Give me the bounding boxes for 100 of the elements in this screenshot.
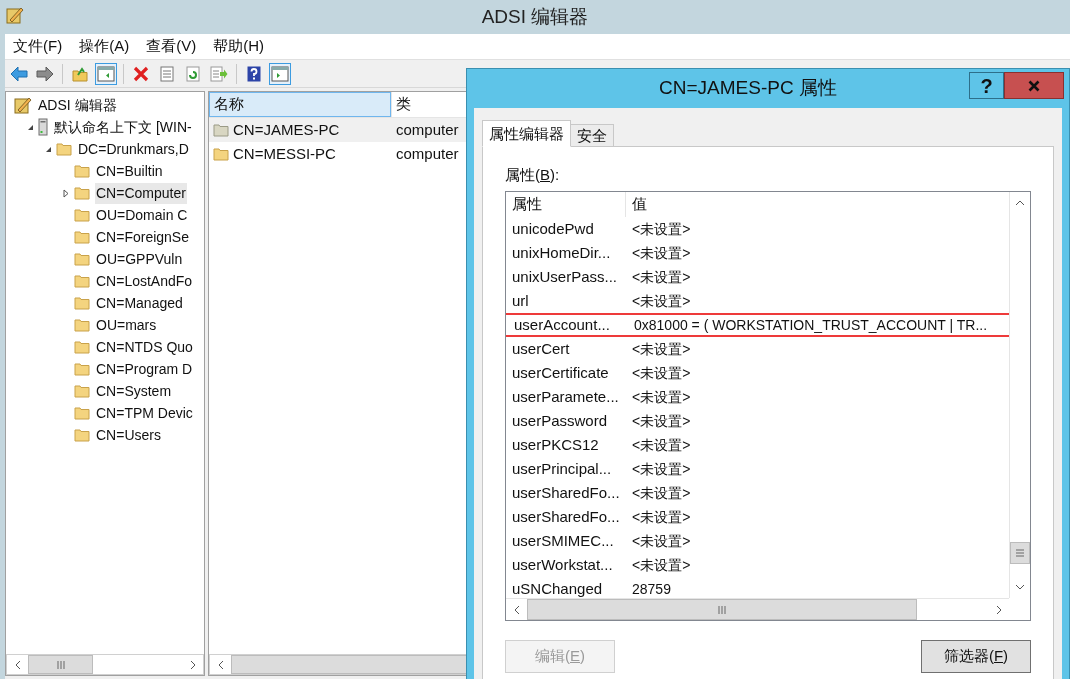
- pencil-notepad-icon: [6, 6, 24, 24]
- attribute-value: <未设置>: [631, 483, 691, 503]
- refresh-icon[interactable]: [186, 65, 200, 82]
- attribute-name: unixUserPass...: [511, 266, 619, 287]
- attribute-name: userCertificate: [511, 362, 610, 383]
- folder-icon: [74, 274, 90, 288]
- folder-icon: [74, 384, 90, 398]
- attribute-name: userParamete...: [511, 386, 620, 407]
- attribute-name: url: [511, 290, 530, 311]
- column-header[interactable]: 名称: [209, 92, 391, 117]
- attribute-value: <未设置>: [631, 267, 691, 287]
- attribute-value: <未设置>: [631, 507, 691, 527]
- attribute-value: <未设置>: [631, 339, 691, 359]
- scroll-thumb[interactable]: [1010, 542, 1030, 564]
- attribute-name: userPrincipal...: [511, 458, 613, 479]
- folder-icon: [74, 406, 90, 420]
- scroll-thumb[interactable]: [527, 599, 917, 620]
- vertical-scrollbar[interactable]: [1009, 192, 1030, 598]
- dialog-title: CN=JAMES-PC 属性: [659, 76, 838, 101]
- attribute-name: unixHomeDir...: [511, 242, 612, 263]
- folder-icon: [74, 230, 90, 244]
- attribute-value: <未设置>: [631, 243, 691, 263]
- horizontal-scrollbar[interactable]: [506, 598, 1009, 620]
- folder-icon: [213, 123, 229, 137]
- folder-up-icon[interactable]: [72, 65, 88, 82]
- attribute-name: userPassword: [511, 410, 609, 431]
- folder-icon: [56, 142, 72, 156]
- folder-icon: [74, 296, 90, 310]
- tree-item[interactable]: OU=mars: [95, 314, 158, 336]
- close-icon: [1028, 79, 1040, 92]
- menu-item[interactable]: 帮助(H): [213, 35, 264, 58]
- export-list-icon[interactable]: [210, 65, 228, 82]
- tree-item[interactable]: CN=System: [95, 380, 173, 402]
- attribute-value: 0x81000 = ( WORKSTATION_TRUST_ACCOUNT | TR...: [633, 315, 988, 335]
- folder-icon: [74, 428, 90, 442]
- attribute-name: userCert: [511, 338, 571, 359]
- attribute-value: 28759: [631, 579, 671, 598]
- attributes-label: 属性(B):: [505, 165, 561, 185]
- column-header[interactable]: 值: [626, 192, 1009, 217]
- server-icon: [38, 118, 48, 136]
- help-button[interactable]: ?: [969, 72, 1004, 99]
- column-header[interactable]: 属性: [506, 192, 626, 217]
- action-pane-icon[interactable]: [271, 65, 289, 82]
- menu-item[interactable]: 文件(F): [13, 35, 63, 58]
- horizontal-scrollbar[interactable]: [6, 654, 204, 675]
- attribute-value: <未设置>: [631, 363, 691, 383]
- tree-item[interactable]: CN=LostAndFo: [95, 270, 194, 292]
- tree-item[interactable]: CN=ForeignSe: [95, 226, 190, 248]
- menu-item[interactable]: 查看(V): [146, 35, 197, 58]
- attribute-name: unicodePwd: [511, 218, 595, 239]
- folder-icon: [74, 186, 90, 200]
- tree-item[interactable]: CN=NTDS Quo: [95, 336, 194, 358]
- folder-icon: [74, 318, 90, 332]
- attribute-value: <未设置>: [631, 411, 691, 431]
- console-tree-icon[interactable]: [97, 65, 115, 82]
- window-title: ADSI 编辑器: [481, 4, 589, 29]
- menu-item[interactable]: 操作(A): [79, 35, 130, 58]
- object-name: CN=MESSI-PC: [233, 143, 336, 164]
- attribute-value: <未设置>: [631, 291, 691, 311]
- attribute-name: userSharedFo...: [511, 506, 621, 527]
- attribute-value: <未设置>: [631, 531, 691, 551]
- tree-item[interactable]: OU=Domain C: [95, 204, 189, 226]
- tree-item[interactable]: CN=Computer: [95, 182, 187, 204]
- attribute-value: <未设置>: [631, 387, 691, 407]
- folder-icon: [213, 147, 229, 161]
- grip-icon: [1016, 549, 1024, 557]
- close-button[interactable]: [1004, 72, 1064, 99]
- folder-icon: [74, 340, 90, 354]
- forward-arrow-icon[interactable]: [36, 65, 54, 82]
- grip-icon: [718, 605, 726, 614]
- tree-item[interactable]: CN=Managed: [95, 292, 184, 314]
- object-class: computer: [395, 143, 459, 164]
- attribute-name: userWorkstat...: [511, 554, 614, 575]
- folder-icon: [74, 252, 90, 266]
- attribute-name: userPKCS12: [511, 434, 600, 455]
- filter-button[interactable]: 筛选器(F): [921, 640, 1031, 673]
- attribute-value: <未设置>: [631, 219, 691, 239]
- attribute-value: <未设置>: [631, 555, 691, 575]
- pencil-notepad-icon: [14, 96, 32, 114]
- expanded-arrow-icon[interactable]: [26, 123, 34, 131]
- folder-icon: [74, 164, 90, 178]
- object-name: CN=JAMES-PC: [233, 119, 340, 140]
- tab[interactable]: 属性编辑器: [482, 120, 571, 147]
- object-class: computer: [395, 119, 459, 140]
- collapsed-arrow-icon[interactable]: [63, 188, 69, 198]
- folder-icon: [74, 362, 90, 376]
- help-icon[interactable]: [247, 65, 261, 82]
- tree-item[interactable]: CN=Builtin: [95, 160, 164, 182]
- tree-item[interactable]: ADSI 编辑器: [37, 94, 118, 116]
- back-arrow-icon[interactable]: [10, 65, 28, 82]
- tree-item[interactable]: CN=TPM Devic: [95, 402, 194, 424]
- tree-item[interactable]: 默认命名上下文 [WIN-: [53, 116, 193, 138]
- scroll-thumb[interactable]: [28, 655, 93, 674]
- attribute-name: userSMIMEC...: [511, 530, 615, 551]
- expanded-arrow-icon[interactable]: [44, 145, 52, 153]
- tree-item[interactable]: OU=GPPVuln: [95, 248, 184, 270]
- delete-icon[interactable]: [133, 65, 149, 82]
- tree-item[interactable]: CN=Users: [95, 424, 162, 446]
- tree-item[interactable]: CN=Program D: [95, 358, 194, 380]
- tree-item[interactable]: DC=Drunkmars,D: [77, 138, 190, 160]
